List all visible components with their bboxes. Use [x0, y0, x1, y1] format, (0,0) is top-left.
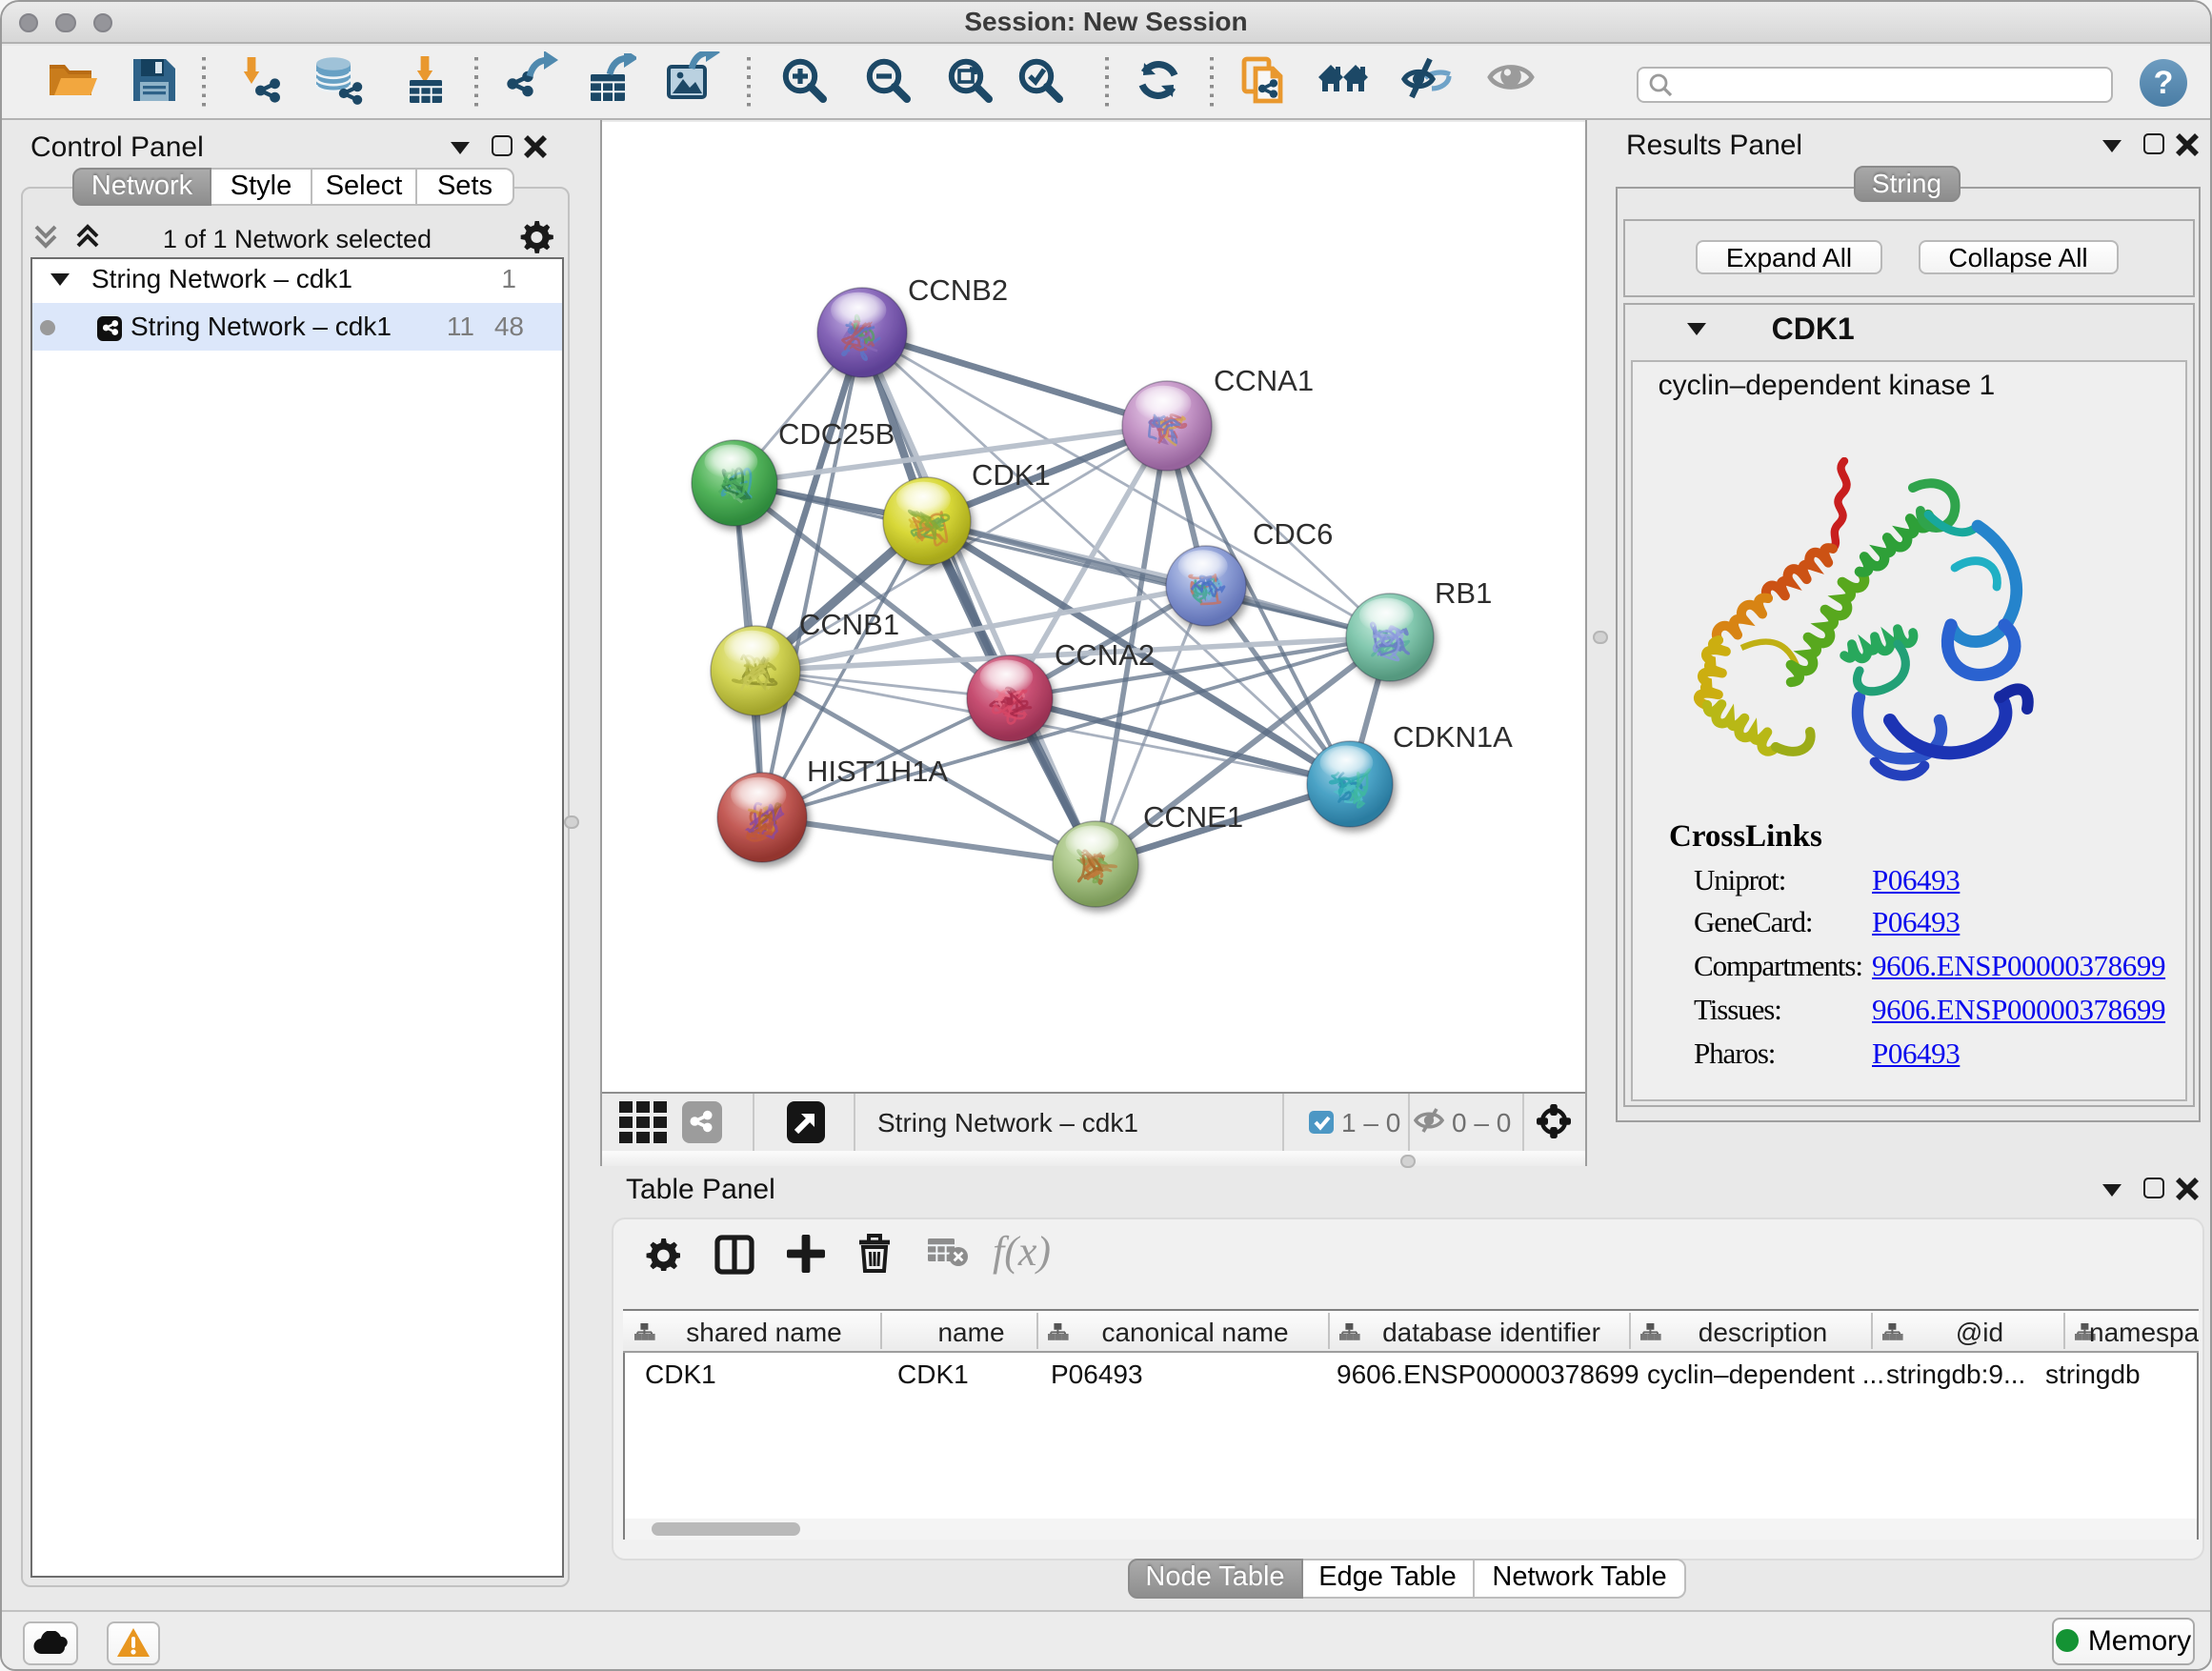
svg-text:CCNA2: CCNA2: [1055, 638, 1155, 672]
svg-text:CCNA1: CCNA1: [1214, 364, 1314, 397]
svg-text:CCNE1: CCNE1: [1143, 800, 1243, 834]
svg-text:CDC25B: CDC25B: [778, 417, 895, 451]
svg-text:CDKN1A: CDKN1A: [1393, 720, 1513, 754]
svg-text:CDK1: CDK1: [972, 458, 1051, 492]
svg-text:CCNB2: CCNB2: [908, 273, 1008, 307]
svg-text:CDC6: CDC6: [1253, 517, 1333, 551]
svg-text:CCNB1: CCNB1: [799, 608, 899, 641]
svg-text:HIST1H1A: HIST1H1A: [807, 755, 948, 788]
svg-text:RB1: RB1: [1435, 576, 1492, 610]
